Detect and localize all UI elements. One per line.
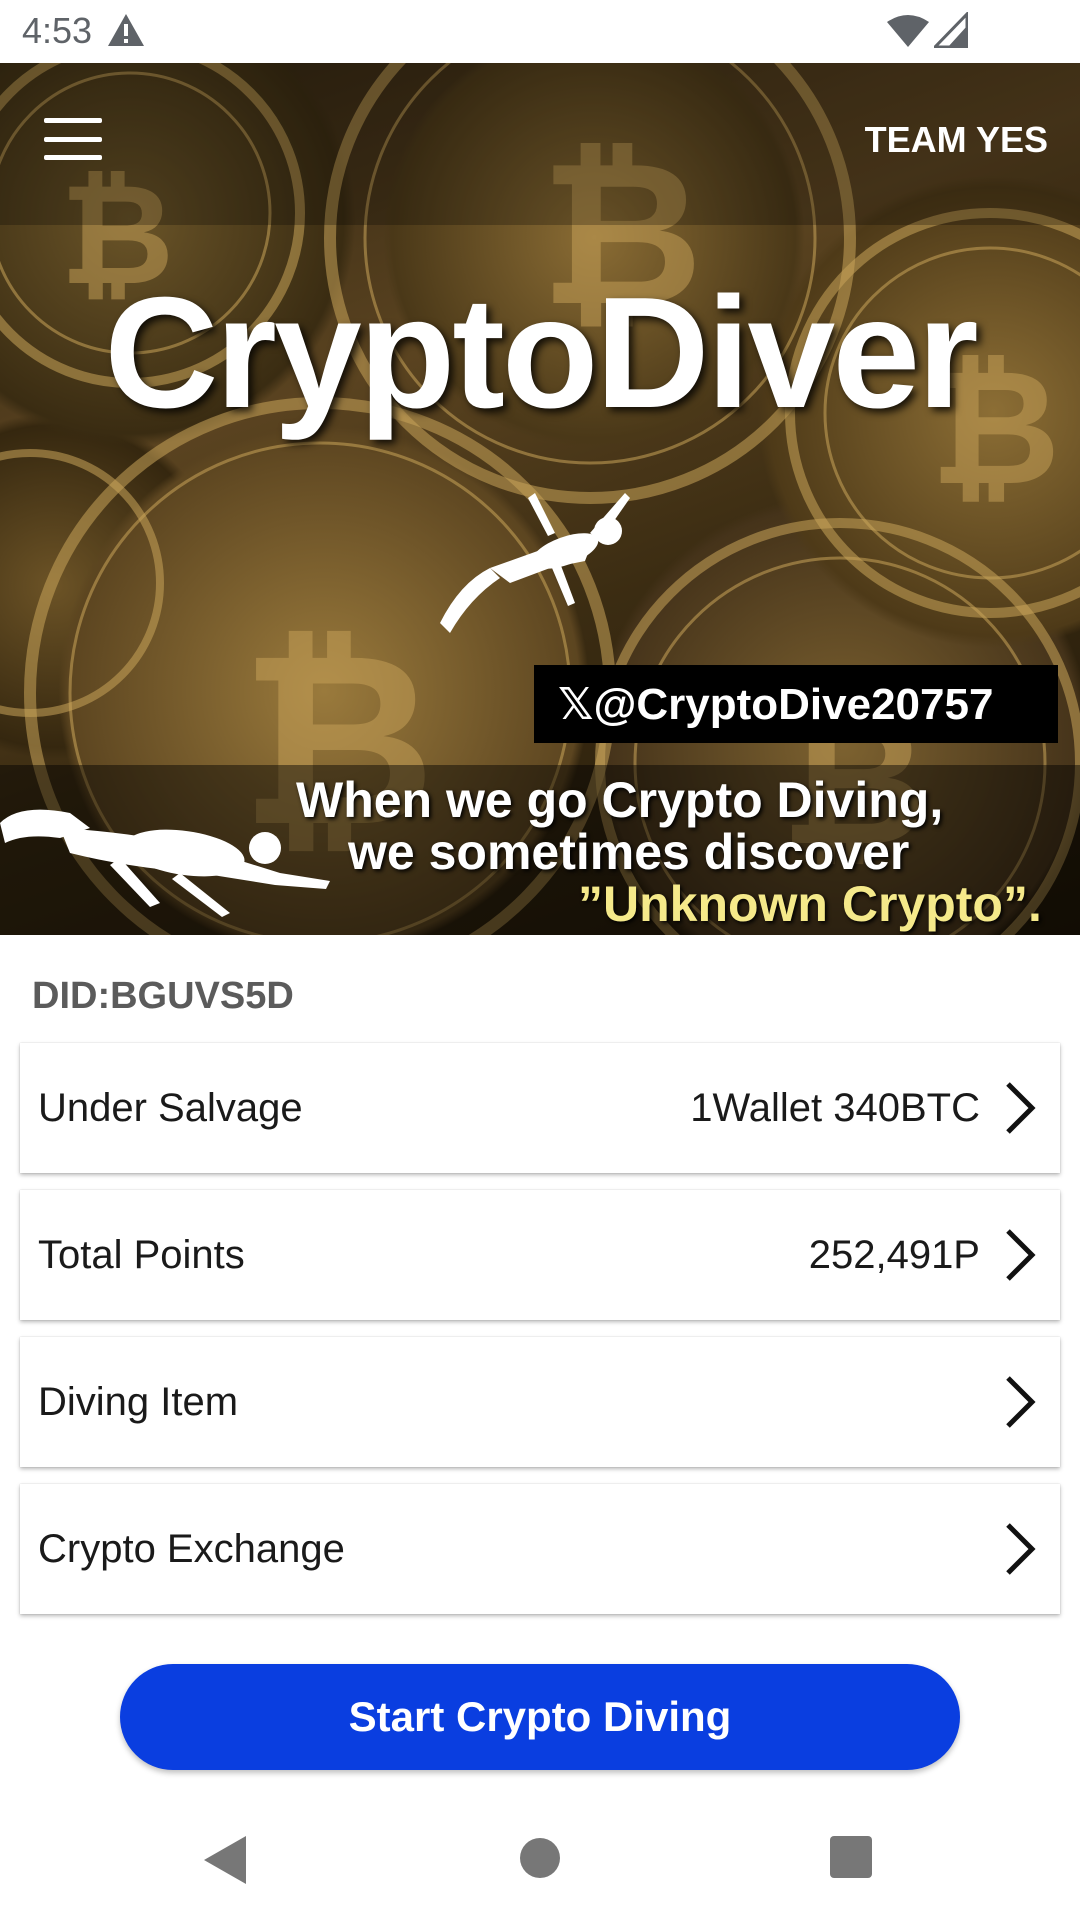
wifi-icon	[887, 15, 929, 47]
caption-line-2: we sometimes discover	[348, 824, 910, 880]
card-diving-item[interactable]: Diving Item	[20, 1337, 1060, 1467]
card-label: Total Points	[38, 1232, 245, 1277]
card-total-points[interactable]: Total Points 252,491P	[20, 1190, 1060, 1320]
card-label: Under Salvage	[38, 1085, 303, 1130]
signal-icon	[934, 12, 968, 48]
chevron-right-icon	[1006, 1376, 1036, 1428]
twitter-handle: 𝕏@CryptoDive20757	[558, 679, 994, 729]
card-label: Diving Item	[38, 1379, 239, 1424]
caption-line-3: ”Unknown Crypto”.	[578, 876, 1042, 932]
home-icon[interactable]	[520, 1838, 560, 1878]
chevron-right-icon	[1006, 1082, 1036, 1134]
card-label: Crypto Exchange	[38, 1526, 345, 1571]
start-button-label: Start Crypto Diving	[348, 1693, 732, 1740]
alert-icon	[108, 14, 144, 46]
did-label: DID:BGUVS5D	[32, 975, 294, 1017]
chevron-right-icon	[1006, 1523, 1036, 1575]
card-value: 1Wallet 340BTC	[690, 1085, 980, 1130]
caption-line-1: When we go Crypto Diving,	[296, 772, 944, 828]
system-nav-bar	[0, 1800, 1080, 1920]
start-crypto-diving-button[interactable]: Start Crypto Diving	[120, 1664, 960, 1770]
twitter-handle-box: 𝕏@CryptoDive20757	[534, 665, 1058, 743]
diver-silhouette-icon	[0, 809, 330, 917]
diver-illustration	[440, 493, 630, 633]
hero-banner: ₿ ₿ ₿ ₿ ₿ TEAM YES CryptoDiver 𝕏@CryptoD…	[0, 63, 1080, 935]
card-value: 252,491P	[808, 1232, 980, 1277]
card-under-salvage[interactable]: Under Salvage 1Wallet 340BTC	[20, 1043, 1060, 1173]
status-bar: 4:53	[0, 0, 1080, 63]
team-label: TEAM YES	[864, 119, 1048, 160]
card-crypto-exchange[interactable]: Crypto Exchange	[20, 1484, 1060, 1614]
app-title: CryptoDiver	[104, 265, 978, 441]
status-time: 4:53	[22, 10, 93, 51]
chevron-right-icon	[1006, 1229, 1036, 1281]
recents-icon[interactable]	[830, 1836, 872, 1878]
hamburger-menu-icon[interactable]	[44, 118, 102, 160]
back-icon[interactable]	[202, 1834, 248, 1886]
